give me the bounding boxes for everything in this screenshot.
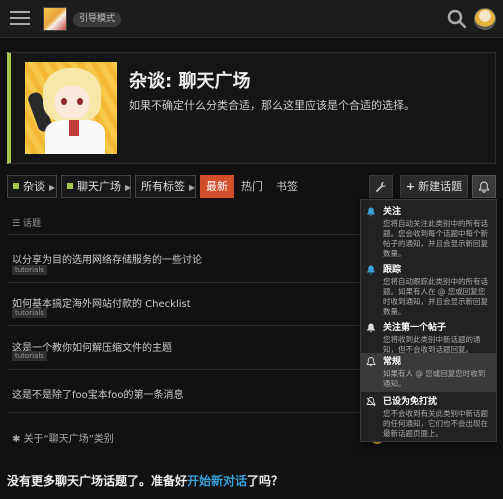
category-logo bbox=[25, 62, 117, 154]
mode-badge: 引导模式 bbox=[73, 12, 122, 27]
notification-option-watching[interactable]: 关注 您将自动关注此类别中的所有话题。您会收到每个话题中每个新帖子的通知，并且会… bbox=[361, 203, 496, 262]
bell-tracking-icon bbox=[367, 265, 375, 275]
notification-option-description: 您将收到此类别中新话题的通知，但不会收到话题回复。 bbox=[383, 335, 481, 354]
category-dropdown[interactable]: 杂谈 ▶ bbox=[7, 175, 57, 198]
user-avatar[interactable] bbox=[474, 8, 496, 30]
pin-icon: ✱ bbox=[12, 434, 24, 445]
topic-list-header[interactable]: ☰ 话题 bbox=[12, 216, 41, 229]
notification-option-description: 您将自动关注此类别中的所有话题。您会收到每个话题中每个新帖子的通知，并且会显示新… bbox=[383, 219, 488, 258]
plus-icon: + bbox=[405, 180, 416, 193]
chevron-down-icon: ▶ bbox=[189, 183, 196, 192]
category-description: 如果不确定什么分类合适，那么这里应该是个合适的选择。 bbox=[129, 99, 415, 112]
category-banner: 杂谈: 聊天广场 如果不确定什么分类合适，那么这里应该是个合适的选择。 bbox=[7, 52, 496, 164]
footer-text-after: 了吗？ bbox=[247, 474, 284, 488]
category-title: 杂谈: 聊天广场 bbox=[129, 71, 251, 92]
chevron-down-icon: ▶ bbox=[125, 183, 132, 192]
notification-option-label: 关注第一个帖子 bbox=[383, 323, 447, 333]
tab-latest[interactable]: 最新 bbox=[200, 175, 234, 198]
bell-muted-icon bbox=[366, 397, 376, 407]
tab-bookmarks[interactable]: 书签 bbox=[270, 175, 304, 198]
new-topic-label: 新建话题 bbox=[418, 180, 463, 193]
notification-level-button[interactable] bbox=[472, 175, 496, 198]
notification-option-regular[interactable]: 常规 如果有人 @ 您或回复您时收到通知。 bbox=[361, 353, 496, 392]
notification-level-menu: 关注 您将自动关注此类别中的所有话题。您会收到每个话题中每个新帖子的通知，并且会… bbox=[360, 199, 497, 442]
list-icon: ☰ bbox=[12, 219, 23, 229]
bell-regular-icon bbox=[366, 357, 376, 367]
search-icon[interactable] bbox=[446, 8, 468, 30]
notification-option-description: 如果有人 @ 您或回复您时收到通知。 bbox=[383, 369, 486, 388]
site-logo[interactable] bbox=[43, 7, 67, 31]
bell-icon bbox=[479, 181, 489, 193]
bell-first-post-icon bbox=[367, 323, 375, 333]
category-dropdown-label: 杂谈 bbox=[23, 180, 45, 193]
chevron-down-icon: ▶ bbox=[49, 183, 56, 192]
tab-top[interactable]: 热门 bbox=[235, 175, 269, 198]
notification-option-label: 跟踪 bbox=[383, 265, 402, 275]
about-category-link[interactable]: ✱ 关于“聊天广场”类别 bbox=[12, 430, 114, 445]
category-settings-button[interactable] bbox=[369, 175, 393, 198]
footer-message: 没有更多聊天广场话题了。准备好开始新对话了吗？ bbox=[7, 472, 283, 489]
notification-option-label: 已设为免打扰 bbox=[383, 397, 438, 407]
subcategory-dropdown[interactable]: 聊天广场 ▶ bbox=[61, 175, 131, 198]
tag-dropdown-label: 所有标签 bbox=[141, 180, 185, 193]
notification-option-label: 关注 bbox=[383, 207, 402, 217]
hamburger-menu-icon[interactable] bbox=[10, 9, 30, 29]
topic-tag[interactable]: tutorials bbox=[12, 265, 47, 275]
notification-option-muted[interactable]: 已设为免打扰 您不会收到有关此类别中新话题的任何通知，它们也不会出现在最新话题页… bbox=[361, 393, 496, 442]
site-header: 引导模式 bbox=[0, 0, 503, 38]
notification-option-label: 常规 bbox=[383, 357, 402, 367]
notification-option-description: 您不会收到有关此类别中新话题的任何通知，它们也不会出现在最新话题页面上。 bbox=[383, 409, 488, 438]
tag-dropdown[interactable]: 所有标签 ▶ bbox=[135, 175, 196, 198]
topic-tag[interactable]: tutorials bbox=[12, 351, 47, 361]
start-new-topic-link[interactable]: 开始新对话 bbox=[187, 474, 247, 488]
about-category-label: 关于“聊天广场”类别 bbox=[23, 434, 114, 445]
topic-tag[interactable]: tutorials bbox=[12, 308, 47, 318]
new-topic-button[interactable]: + 新建话题 bbox=[400, 175, 468, 198]
topic-title[interactable]: 这是不是除了foo宝本foo的第一条消息 bbox=[12, 386, 184, 401]
wrench-icon bbox=[376, 182, 386, 192]
notification-option-tracking[interactable]: 跟踪 您将自动跟踪此类别中的所有话题。如果有人在 @ 您或回复您时收到通知，并且… bbox=[361, 261, 496, 320]
subcategory-dropdown-label: 聊天广场 bbox=[77, 180, 121, 193]
bell-watching-icon bbox=[367, 207, 375, 217]
footer-text-before: 没有更多聊天广场话题了。准备好 bbox=[7, 474, 188, 488]
notification-option-description: 您将自动跟踪此类别中的所有话题。如果有人在 @ 您或回复您时收到通知，并且会显示… bbox=[383, 277, 488, 316]
topic-title[interactable]: 以分享为目的选用网络存储服务的一些讨论 bbox=[12, 251, 202, 266]
topic-list-header-label: 话题 bbox=[22, 219, 41, 229]
